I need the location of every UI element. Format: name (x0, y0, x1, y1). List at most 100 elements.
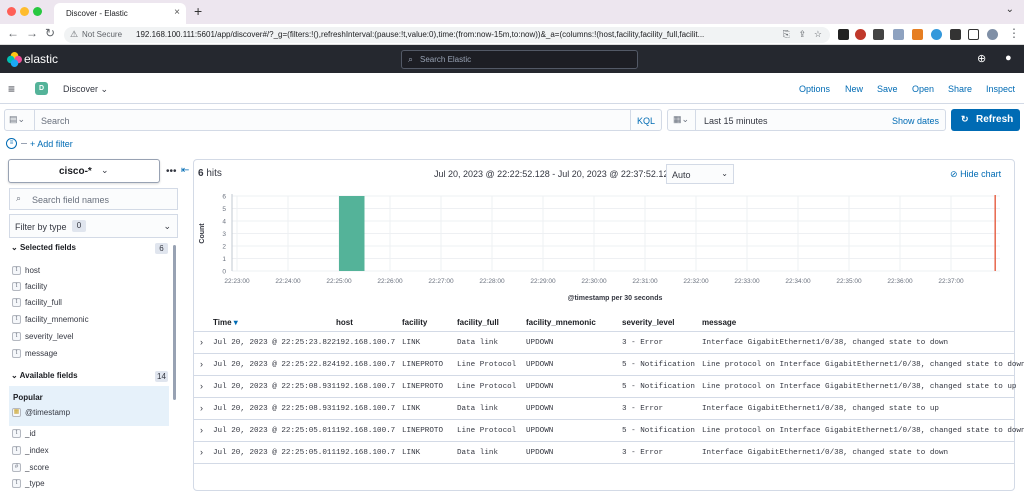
cell-facility: LINK (402, 449, 421, 457)
column-header-facility-mnemonic[interactable]: facility_mnemonic (526, 318, 596, 327)
field-name: _type (25, 479, 45, 488)
column-header-facility-full[interactable]: facility_full (457, 318, 499, 327)
breadcrumb[interactable]: Discover ⌄ (63, 84, 108, 95)
x-tick-label: 22:31:00 (632, 278, 658, 285)
forward-arrow-icon[interactable]: → (26, 26, 38, 40)
new-button[interactable]: New (845, 84, 863, 94)
tab-list-chevron-icon[interactable]: ⌄ (1006, 4, 1014, 15)
kql-toggle-button[interactable]: KQL (637, 116, 655, 126)
close-tab-icon[interactable]: × (174, 7, 180, 18)
table-row[interactable]: › Jul 20, 2023 @ 22:25:08.931 192.168.10… (194, 376, 1016, 398)
cell-host: 192.168.100.7 (336, 427, 396, 435)
space-avatar[interactable]: D (35, 82, 48, 95)
cell-facility-full: Data link (457, 339, 499, 347)
selected-fields-header[interactable]: ⌄ Selected fields (11, 243, 76, 252)
time-picker[interactable]: ▦⌄ Last 15 minutes Show dates (667, 109, 946, 131)
field-search-input[interactable]: ⌕ Search field names (9, 188, 178, 210)
avatar[interactable] (987, 29, 998, 40)
close-window-icon[interactable] (7, 7, 16, 16)
save-button[interactable]: Save (877, 84, 898, 94)
x-tick-label: 22:32:00 (683, 278, 709, 285)
expand-row-icon[interactable]: › (200, 337, 203, 347)
sidebar-scrollbar[interactable] (173, 245, 176, 400)
show-dates-button[interactable]: Show dates (892, 116, 939, 126)
global-search-input[interactable]: ⌕ Search Elastic (401, 50, 638, 69)
extension-icon[interactable] (931, 29, 942, 40)
cell-message: Interface GigabitEthernet1/0/38, changed… (702, 449, 949, 457)
available-fields-header[interactable]: ⌄ Available fields (11, 371, 78, 380)
collapse-sidebar-icon[interactable]: ⇤ (181, 165, 189, 176)
table-row[interactable]: › Jul 20, 2023 @ 22:25:05.011 192.168.10… (194, 420, 1024, 442)
open-button[interactable]: Open (912, 84, 934, 94)
options-button[interactable]: Options (799, 84, 830, 94)
column-header-severity-level[interactable]: severity_level (622, 318, 675, 327)
refresh-button[interactable]: ↻ Refresh (951, 109, 1020, 131)
cell-time: Jul 20, 2023 @ 22:25:23.822 (213, 339, 337, 347)
saved-query-icon[interactable]: ▤⌄ (9, 114, 25, 125)
minimize-window-icon[interactable] (20, 7, 29, 16)
install-icon[interactable]: ⎘ (783, 29, 790, 40)
adblock-icon[interactable] (855, 29, 866, 40)
histogram-chart[interactable]: 0 1 2 3 4 5 6 22:23:00 22:24:00 22:25:00 22:26:00 2… (195, 188, 1015, 308)
reload-icon[interactable]: ↻ (45, 26, 55, 40)
url-text: 192.168.100.111:5601/app/discover#/?_g=(… (136, 30, 705, 39)
bookmark-star-icon[interactable]: ☆ (814, 29, 822, 40)
column-header-message[interactable]: message (702, 318, 736, 327)
expand-row-icon[interactable]: › (200, 381, 203, 391)
table-row[interactable]: › Jul 20, 2023 @ 22:25:23.822 192.168.10… (194, 332, 1014, 354)
more-options-icon[interactable]: ••• (166, 166, 177, 177)
table-row[interactable]: › Jul 20, 2023 @ 22:25:05.011 192.168.10… (194, 442, 1014, 464)
menu-hamburger-icon[interactable]: ≡ (8, 82, 15, 96)
x-tick-label: 22:34:00 (785, 278, 811, 285)
share-icon[interactable]: ⇪ (798, 29, 806, 40)
y-tick-label: 6 (222, 194, 226, 201)
cell-severity-level: 5 - Notification (622, 361, 695, 369)
help-icon[interactable]: ⊕ (977, 52, 986, 65)
y-tick-label: 4 (222, 219, 226, 226)
calendar-icon[interactable]: ▦⌄ (673, 114, 689, 125)
puzzle-icon[interactable] (950, 29, 961, 40)
column-header-host[interactable]: host (336, 318, 353, 327)
extension-icon[interactable] (873, 29, 884, 40)
expand-row-icon[interactable]: › (200, 359, 203, 369)
extension-icon[interactable] (838, 29, 849, 40)
filter-options-icon[interactable]: ≡ (6, 138, 17, 149)
share-button[interactable]: Share (948, 84, 972, 94)
browser-tab[interactable]: Discover - Elastic × (54, 3, 186, 24)
expand-row-icon[interactable]: › (200, 403, 203, 413)
x-axis-title: @timestamp per 30 seconds (568, 295, 663, 302)
table-row[interactable]: › Jul 20, 2023 @ 22:25:22.824 192.168.10… (194, 354, 1024, 376)
interval-select[interactable]: Auto ⌄ (666, 164, 734, 184)
table-row[interactable]: › Jul 20, 2023 @ 22:25:08.931 192.168.10… (194, 398, 1014, 420)
maximize-window-icon[interactable] (33, 7, 42, 16)
string-type-icon: t (12, 446, 21, 455)
field-name: facility_full (25, 298, 62, 307)
hide-chart-button[interactable]: ⊘ Hide chart (950, 169, 1001, 180)
hit-count: 6 hits (198, 168, 222, 179)
sort-down-icon[interactable]: ▾ (234, 318, 238, 327)
add-filter-button[interactable]: + Add filter (30, 139, 73, 149)
new-tab-icon[interactable]: + (194, 3, 202, 19)
selected-count-badge: 6 (155, 243, 168, 254)
user-menu-icon[interactable]: ● (1005, 52, 1012, 64)
cell-message: Line protocol on Interface GigabitEthern… (702, 361, 1024, 369)
back-arrow-icon[interactable]: ← (7, 26, 19, 40)
column-header-facility[interactable]: facility (402, 318, 427, 327)
inspect-button[interactable]: Inspect (986, 84, 1015, 94)
brand-name[interactable]: elastic (24, 52, 58, 66)
elastic-logo-icon[interactable] (7, 52, 22, 67)
x-tick-label: 22:29:00 (530, 278, 556, 285)
filter-by-type-button[interactable]: Filter by type 0 ⌄ (9, 214, 178, 238)
url-field[interactable]: ⚠ Not Secure 192.168.100.111:5601/app/di… (64, 27, 830, 43)
field-name: message (25, 349, 58, 358)
expand-row-icon[interactable]: › (200, 447, 203, 457)
query-input[interactable]: ▤⌄ Search KQL (4, 109, 662, 131)
extension-icon[interactable] (912, 29, 923, 40)
more-vertical-icon[interactable]: ⋮ (1008, 26, 1020, 40)
column-header-time[interactable]: Time ▾ (213, 318, 238, 327)
index-pattern-selector[interactable]: cisco-* ⌄ (8, 159, 160, 183)
sidebar-icon[interactable] (968, 29, 979, 40)
expand-row-icon[interactable]: › (200, 425, 203, 435)
extension-icon[interactable] (893, 29, 904, 40)
search-icon: ⌕ (16, 193, 22, 203)
